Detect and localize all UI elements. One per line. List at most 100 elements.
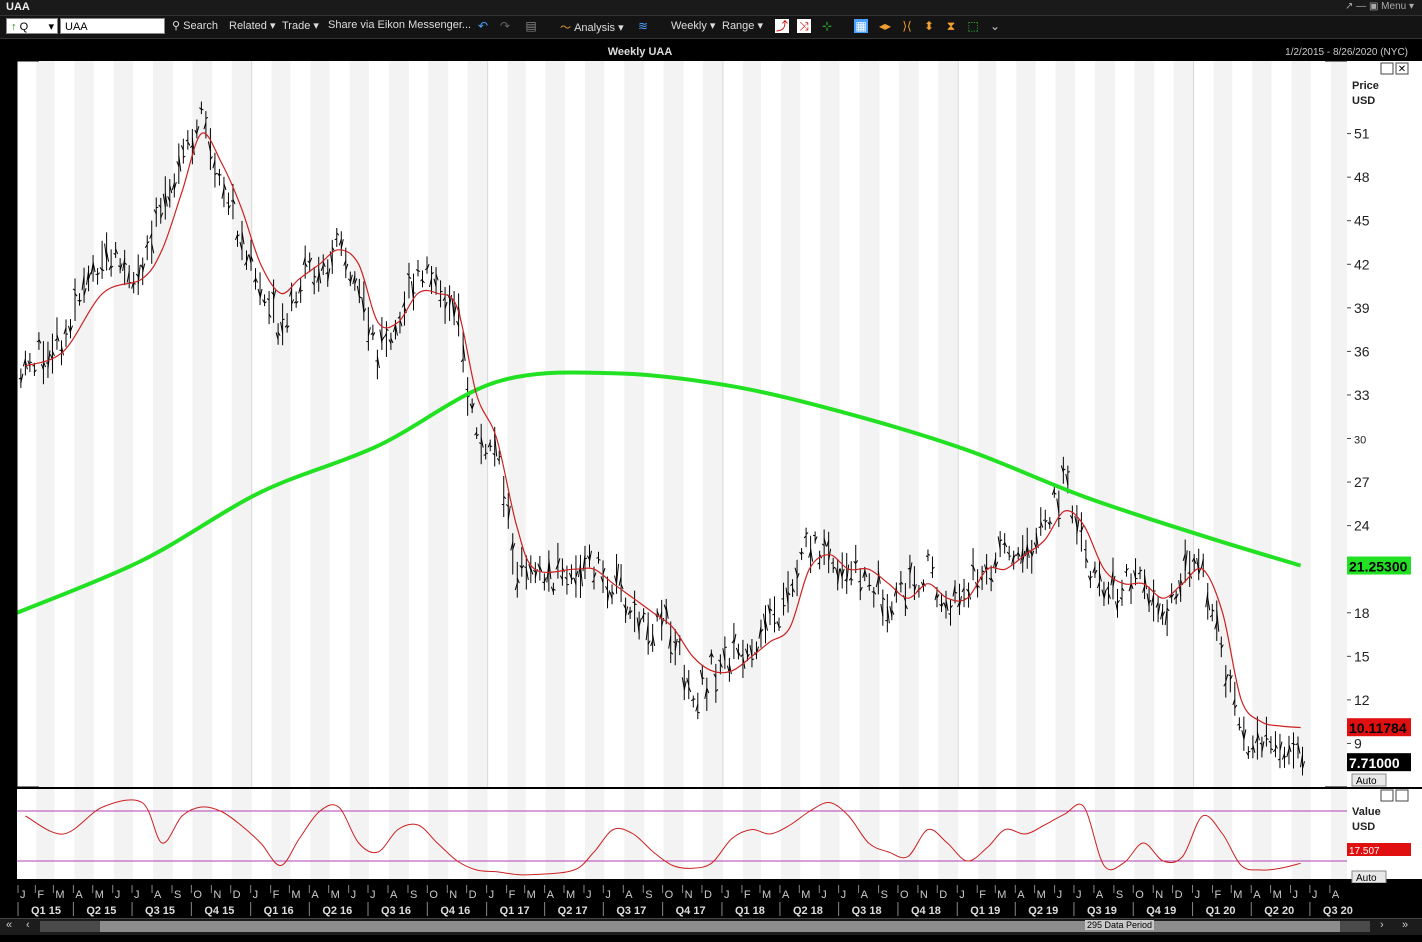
scroll-vertical-icon[interactable]: ⬍	[922, 19, 936, 33]
month-label: D	[939, 889, 947, 901]
scroll-end-icon[interactable]: »	[1402, 919, 1408, 931]
restore-panel-icon[interactable]	[1380, 62, 1394, 75]
window-controls[interactable]: ↗ — ▣ Menu ▾	[1345, 1, 1414, 12]
chart-svg[interactable]: Weekly UAA 1/2/2015 - 8/26/2020 (NYC) Pr…	[0, 40, 1422, 920]
range-menu[interactable]: Range ▾	[722, 19, 763, 32]
minimize-icon[interactable]: —	[1356, 1, 1366, 12]
price-tick-label: 18	[1354, 605, 1370, 621]
month-band	[859, 61, 880, 787]
date-range: 1/2/2015 - 8/26/2020 (NYC)	[1285, 47, 1408, 58]
layout-icon[interactable]: ▦	[854, 19, 868, 33]
month-label: J	[724, 889, 730, 901]
redo-icon[interactable]: ↷	[498, 19, 512, 33]
osc-month-band	[388, 789, 409, 879]
month-label: M	[801, 889, 810, 901]
close-osc-panel-icon[interactable]	[1395, 789, 1409, 802]
month-band	[74, 61, 94, 787]
quarter-label: Q3 16	[381, 905, 411, 917]
month-label: M	[331, 889, 340, 901]
month-band	[545, 61, 565, 787]
scroll-horizontal-icon[interactable]: ◂▸	[878, 19, 892, 33]
month-band	[349, 61, 370, 787]
analysis-menu[interactable]: 〜 Analysis ▾	[560, 19, 624, 35]
month-label: J	[1076, 889, 1082, 901]
osc-month-band	[624, 789, 645, 879]
month-label: F	[744, 889, 751, 901]
scroll-start-icon[interactable]: «	[6, 919, 12, 931]
ric-input[interactable]: UAA	[60, 18, 165, 34]
chevron-down-icon[interactable]: ▾	[1409, 1, 1414, 12]
search-label: Search	[183, 20, 218, 32]
auto-scale-label-price: Auto	[1356, 776, 1377, 787]
month-label: F	[509, 889, 516, 901]
quarter-label: Q3 19	[1087, 905, 1117, 917]
select-icon[interactable]: ⬚	[966, 19, 980, 33]
month-label: J	[841, 889, 847, 901]
month-band	[938, 61, 959, 787]
price-bar-close	[1067, 471, 1070, 473]
scroll-right-icon[interactable]: ›	[1380, 919, 1384, 931]
price-bar-open	[1228, 674, 1231, 677]
crosshair-icon[interactable]: ⊹	[820, 19, 834, 33]
month-label: N	[920, 889, 928, 901]
fit-icon[interactable]: ⧗	[944, 19, 958, 33]
quarter-label: Q3 17	[616, 905, 646, 917]
scroll-left-icon[interactable]: ‹	[26, 919, 30, 931]
osc-month-band	[938, 789, 959, 879]
month-label: M	[55, 889, 64, 901]
compare-chart-icon[interactable]: ⤨	[797, 19, 811, 33]
osc-axis-title: Value	[1352, 806, 1381, 818]
studies-icon[interactable]: ≋	[636, 19, 650, 33]
close-x-icon: ✕	[1398, 64, 1406, 75]
month-label: J	[370, 889, 376, 901]
month-label: J	[959, 889, 965, 901]
osc-month-band	[898, 789, 919, 879]
title-bar: UAA ↗ — ▣ Menu ▾	[0, 0, 1422, 16]
quarter-label: Q4 17	[676, 905, 706, 917]
menu-icon[interactable]: ▣	[1369, 1, 1378, 12]
pin-icon[interactable]: ↗	[1345, 1, 1353, 12]
osc-month-band	[742, 789, 761, 879]
related-menu[interactable]: Related ▾	[229, 19, 276, 32]
month-label: M	[291, 889, 300, 901]
month-label: J	[1057, 889, 1063, 901]
price-bar-open	[524, 566, 527, 569]
quarter-label: Q2 18	[793, 905, 823, 917]
range-label: Range	[722, 20, 755, 32]
month-band	[507, 61, 526, 787]
line-chart-icon[interactable]: ⤴	[775, 19, 789, 33]
price-bar-open	[59, 349, 62, 352]
price-bar-close	[282, 318, 285, 321]
last-price-tag-text: 7.71000	[1349, 755, 1400, 771]
month-label: M	[566, 889, 575, 901]
menu-label[interactable]: Menu	[1381, 1, 1406, 12]
more-icon[interactable]: ⌄	[988, 19, 1002, 33]
price-tick-label: 39	[1354, 300, 1370, 316]
scroll-track[interactable]	[40, 921, 1370, 932]
search-button[interactable]: ⚲ Search	[172, 19, 218, 32]
bottom-bar: « ‹ 295 Data Period › »	[0, 918, 1422, 935]
quote-type-select[interactable]: ↑ Q ▾	[6, 18, 58, 34]
month-label: J	[20, 889, 26, 901]
month-band	[192, 61, 213, 787]
interval-menu[interactable]: Weekly ▾	[671, 19, 715, 32]
chart-type-icon[interactable]: ▤	[524, 19, 538, 33]
zoom-icon[interactable]: ⟩⟨	[900, 19, 914, 33]
month-label: F	[37, 889, 44, 901]
month-label: J	[586, 889, 592, 901]
share-button[interactable]: Share via Eikon Messenger...	[328, 19, 471, 31]
restore-osc-panel-icon[interactable]	[1380, 789, 1394, 802]
osc-value-tag-text: 17.507	[1349, 846, 1380, 857]
month-label: J	[1312, 889, 1318, 901]
month-label: M	[1037, 889, 1046, 901]
chart-area: Weekly UAA 1/2/2015 - 8/26/2020 (NYC) Pr…	[0, 40, 1422, 920]
price-tick-label: 27	[1354, 474, 1370, 490]
osc-month-band	[1252, 789, 1272, 879]
month-label: S	[881, 889, 888, 901]
trade-menu[interactable]: Trade ▾	[282, 19, 319, 32]
undo-icon[interactable]: ↶	[476, 19, 490, 33]
price-bar-open	[898, 583, 902, 585]
month-band	[1330, 61, 1347, 787]
month-label: M	[997, 889, 1006, 901]
month-band	[467, 61, 488, 787]
